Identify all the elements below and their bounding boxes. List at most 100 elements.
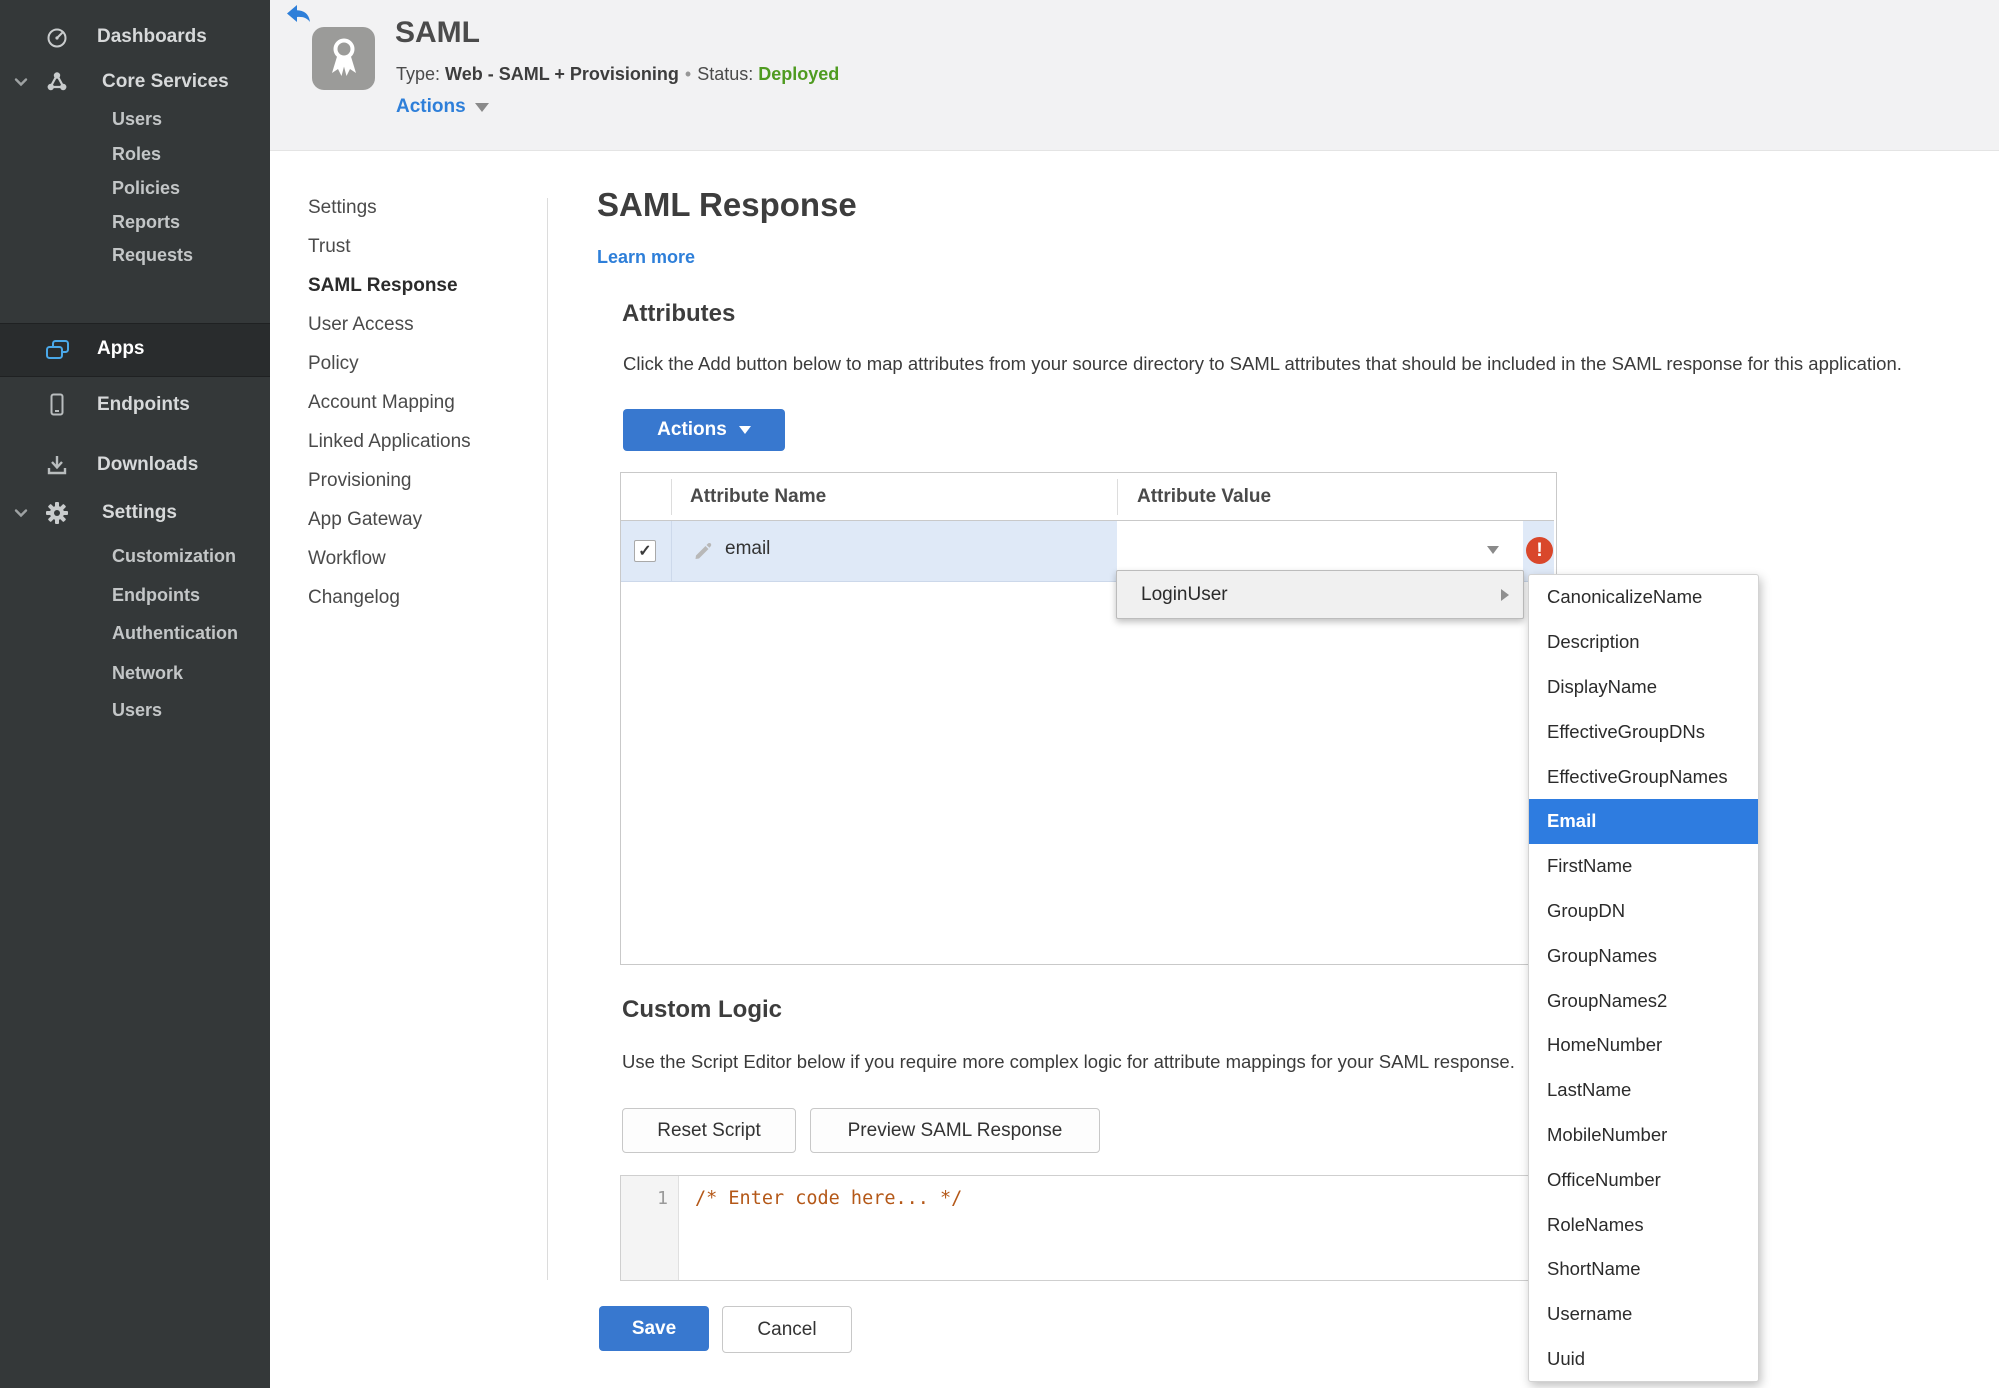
menu-option[interactable]: CanonicalizeName xyxy=(1529,575,1758,620)
sidebar-item-label: Settings xyxy=(102,502,177,523)
menu-option[interactable]: MobileNumber xyxy=(1529,1113,1758,1158)
menu-item-label: LoginUser xyxy=(1141,583,1228,605)
page-title: SAML Response xyxy=(597,186,857,223)
attributes-actions-button[interactable]: Actions xyxy=(623,409,785,451)
menu-option[interactable]: Uuid xyxy=(1529,1337,1758,1382)
gear-icon xyxy=(44,500,70,526)
download-icon xyxy=(44,452,70,478)
endpoint-icon xyxy=(44,392,70,418)
header-actions-menu[interactable]: Actions xyxy=(396,96,489,118)
custom-logic-heading: Custom Logic xyxy=(622,996,782,1023)
actions-label: Actions xyxy=(396,96,466,117)
menu-option[interactable]: DisplayName xyxy=(1529,665,1758,710)
gauge-icon xyxy=(44,24,70,50)
main-sidebar: Dashboards Core Services Users Roles Pol… xyxy=(0,0,270,1388)
sidebar-item-reports[interactable]: Reports xyxy=(112,212,180,233)
menu-option-selected[interactable]: Email xyxy=(1529,798,1758,844)
tab-app-gateway[interactable]: App Gateway xyxy=(308,500,422,539)
menu-option[interactable]: EffectiveGroupDNs xyxy=(1529,709,1758,754)
menu-option[interactable]: EffectiveGroupNames xyxy=(1529,754,1758,799)
status-label: Status: xyxy=(697,64,754,84)
menu-option[interactable]: HomeNumber xyxy=(1529,1023,1758,1068)
sidebar-item-users[interactable]: Users xyxy=(112,109,162,130)
menu-option[interactable]: Username xyxy=(1529,1292,1758,1337)
edit-pencil-icon[interactable] xyxy=(693,541,713,561)
caret-down-icon xyxy=(474,102,489,112)
value-options-menu: CanonicalizeName Description DisplayName… xyxy=(1528,574,1759,1383)
attributes-heading: Attributes xyxy=(622,300,736,327)
app-title: SAML xyxy=(395,16,480,49)
menu-option[interactable]: LastName xyxy=(1529,1068,1758,1113)
menu-option[interactable]: GroupNames2 xyxy=(1529,978,1758,1023)
meta-separator: • xyxy=(684,64,692,84)
caret-down-icon xyxy=(1487,546,1499,554)
sidebar-item-requests[interactable]: Requests xyxy=(112,245,193,266)
column-header-attribute-value: Attribute Value xyxy=(1137,486,1272,507)
menu-option[interactable]: FirstName xyxy=(1529,844,1758,889)
tab-settings[interactable]: Settings xyxy=(308,188,377,227)
sidebar-item-customization[interactable]: Customization xyxy=(112,546,236,567)
tab-changelog[interactable]: Changelog xyxy=(308,578,400,617)
sidebar-item-label: Core Services xyxy=(102,71,229,92)
save-button[interactable]: Save xyxy=(599,1306,709,1351)
sidebar-item-endpoints[interactable]: Endpoints xyxy=(0,386,270,424)
app-header: SAML Type: Web - SAML + Provisioning • Sta… xyxy=(270,0,1999,151)
tab-workflow[interactable]: Workflow xyxy=(308,539,386,578)
reset-script-button[interactable]: Reset Script xyxy=(622,1108,796,1153)
sidebar-item-dashboards[interactable]: Dashboards xyxy=(0,18,270,56)
sidebar-item-network[interactable]: Network xyxy=(112,663,183,684)
sidebar-item-apps-active[interactable]: Apps xyxy=(0,323,270,377)
submenu-arrow-icon xyxy=(1501,588,1509,601)
cell-divider xyxy=(671,521,672,581)
tab-account-mapping[interactable]: Account Mapping xyxy=(308,383,455,422)
menu-option[interactable]: Description xyxy=(1529,620,1758,665)
actions-button-label: Actions xyxy=(657,419,727,440)
tab-linked-applications[interactable]: Linked Applications xyxy=(308,422,471,461)
sidebar-item-label: Endpoints xyxy=(97,394,190,415)
sidebar-item-endpoints-settings[interactable]: Endpoints xyxy=(112,585,200,606)
core-services-icon xyxy=(44,69,70,95)
column-header-attribute-name: Attribute Name xyxy=(690,486,827,507)
preview-saml-response-button[interactable]: Preview SAML Response xyxy=(810,1108,1100,1153)
chevron-down-icon xyxy=(12,504,30,522)
script-editor[interactable]: 1 /* Enter code here... */ xyxy=(620,1175,1557,1281)
saml-app-icon xyxy=(312,27,375,90)
menu-option[interactable]: OfficeNumber xyxy=(1529,1157,1758,1202)
tab-provisioning[interactable]: Provisioning xyxy=(308,461,412,500)
attributes-table: Attribute Name Attribute Value ✓ email ! xyxy=(620,472,1557,965)
vertical-divider xyxy=(547,198,548,1280)
menu-option[interactable]: RoleNames xyxy=(1529,1202,1758,1247)
custom-logic-description: Use the Script Editor below if you requi… xyxy=(622,1051,1515,1072)
attributes-description: Click the Add button below to map attrib… xyxy=(623,353,1902,374)
chevron-down-icon xyxy=(12,73,30,91)
row-checkbox[interactable]: ✓ xyxy=(634,540,656,562)
sidebar-item-downloads[interactable]: Downloads xyxy=(0,446,270,484)
sidebar-item-policies[interactable]: Policies xyxy=(112,178,180,199)
sidebar-item-users-settings[interactable]: Users xyxy=(112,700,162,721)
tab-policy[interactable]: Policy xyxy=(308,344,359,383)
sidebar-item-core-services[interactable]: Core Services xyxy=(0,63,270,101)
sidebar-item-label: Downloads xyxy=(97,454,199,475)
column-divider xyxy=(671,479,672,515)
sidebar-item-roles[interactable]: Roles xyxy=(112,144,161,165)
tab-trust[interactable]: Trust xyxy=(308,227,351,266)
column-divider xyxy=(1117,479,1118,515)
apps-icon xyxy=(44,337,71,363)
tab-user-access[interactable]: User Access xyxy=(308,305,414,344)
value-menu-loginuser[interactable]: LoginUser xyxy=(1116,570,1524,619)
sidebar-item-label: Apps xyxy=(97,338,145,359)
type-label: Type: xyxy=(396,64,441,84)
back-arrow-icon[interactable] xyxy=(286,4,312,26)
menu-option[interactable]: GroupNames xyxy=(1529,933,1758,978)
tab-saml-response[interactable]: SAML Response xyxy=(308,266,458,305)
cancel-button[interactable]: Cancel xyxy=(722,1306,852,1353)
sidebar-item-authentication[interactable]: Authentication xyxy=(112,623,238,644)
sidebar-item-label: Dashboards xyxy=(97,26,207,47)
menu-option[interactable]: ShortName xyxy=(1529,1247,1758,1292)
menu-option[interactable]: GroupDN xyxy=(1529,889,1758,934)
learn-more-link[interactable]: Learn more xyxy=(597,247,695,268)
app-meta: Type: Web - SAML + Provisioning • Status: … xyxy=(396,64,839,85)
line-number: 1 xyxy=(657,1188,668,1209)
attribute-name-cell: email xyxy=(725,538,771,559)
sidebar-item-settings[interactable]: Settings xyxy=(0,494,270,532)
